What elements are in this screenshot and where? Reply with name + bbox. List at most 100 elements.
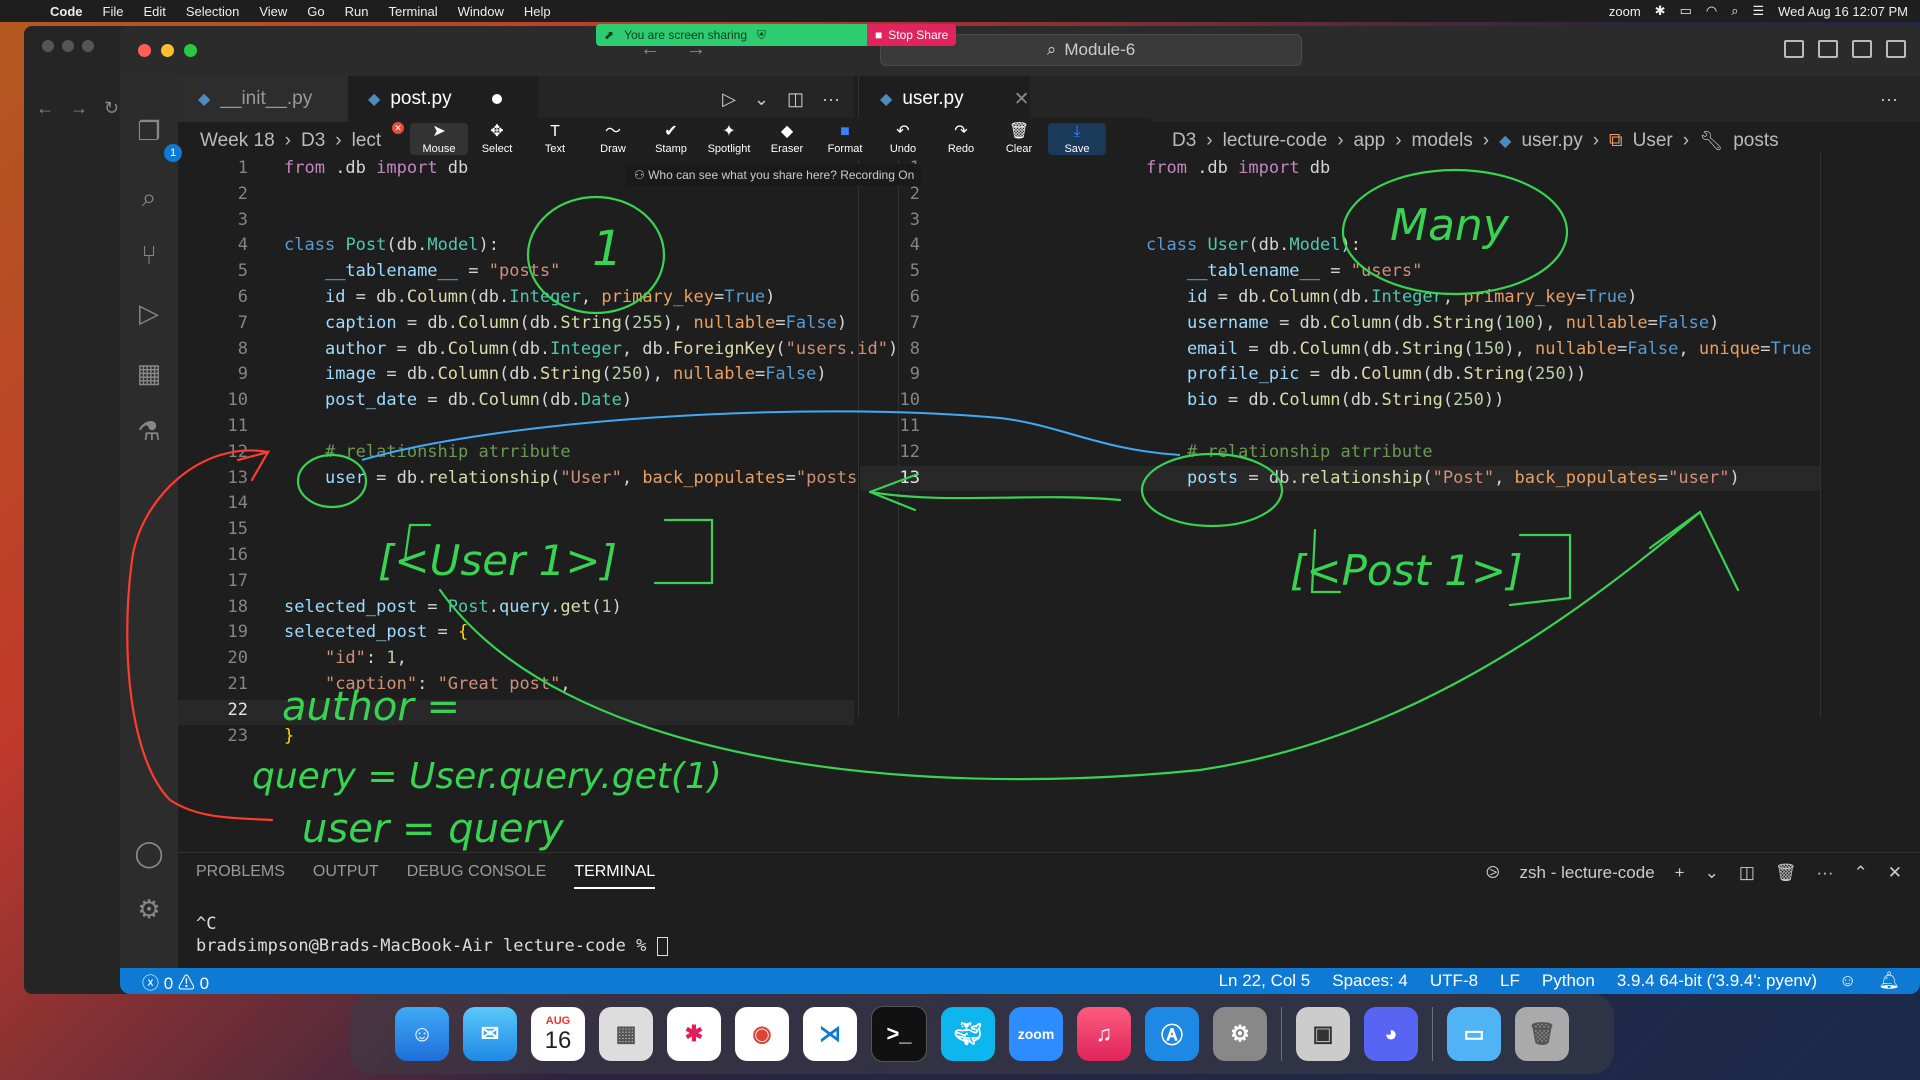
wifi-icon[interactable]: ◠: [1706, 3, 1717, 19]
tab-output[interactable]: OUTPUT: [313, 863, 379, 889]
menu-run[interactable]: Run: [335, 4, 379, 19]
breadcrumb-item[interactable]: D3: [301, 130, 325, 152]
run-debug-icon[interactable]: ▷: [134, 298, 164, 328]
menu-file[interactable]: File: [93, 4, 134, 19]
more-actions-icon[interactable]: ···: [822, 89, 840, 110]
tab-post-py[interactable]: ◆ post.py: [348, 76, 538, 122]
chrome-icon[interactable]: ◉: [735, 1007, 789, 1061]
more-actions-icon[interactable]: ···: [1817, 863, 1834, 883]
indentation[interactable]: Spaces: 4: [1332, 971, 1408, 991]
close-toolbar-icon[interactable]: ✕: [392, 122, 404, 134]
tool-draw[interactable]: 〜 Draw: [584, 123, 642, 155]
share-visibility-info[interactable]: ⚇ Who can see what you share here? Recor…: [626, 164, 923, 186]
breadcrumb-item[interactable]: lecture-code: [1223, 130, 1328, 152]
breadcrumb-item[interactable]: user.py: [1521, 130, 1582, 152]
music-icon[interactable]: ♫: [1077, 1007, 1131, 1061]
control-center-icon[interactable]: ☰: [1752, 3, 1764, 19]
terminal-name[interactable]: zsh - lecture-code: [1520, 863, 1655, 883]
stop-share-button[interactable]: ■ Stop Share: [867, 24, 957, 46]
tool-eraser[interactable]: ◆ Eraser: [758, 123, 816, 155]
tool-spotlight[interactable]: ✦ Spotlight: [700, 123, 758, 155]
feedback-icon[interactable]: ☺: [1839, 971, 1856, 991]
window-zoom-icon[interactable]: [184, 44, 197, 57]
tool-select[interactable]: ✥ Select: [468, 123, 526, 155]
folder-icon[interactable]: ▭: [1447, 1007, 1501, 1061]
testing-icon[interactable]: ⚗: [134, 416, 164, 446]
forward-arrow-icon[interactable]: →: [70, 98, 88, 119]
menu-selection[interactable]: Selection: [176, 4, 249, 19]
menu-terminal[interactable]: Terminal: [379, 4, 448, 19]
tab-problems[interactable]: PROBLEMS: [196, 863, 285, 889]
right-code-content[interactable]: from .db import db class User(db.Model):…: [1146, 156, 1836, 491]
tool-mouse[interactable]: ➤ Mouse: [410, 123, 468, 155]
trash-icon[interactable]: 🗑︎: [1515, 1007, 1569, 1061]
cursor-position[interactable]: Ln 22, Col 5: [1219, 971, 1311, 991]
breadcrumb-item[interactable]: lect: [352, 130, 382, 152]
slack-icon[interactable]: ✱: [667, 1007, 721, 1061]
discord-icon[interactable]: ◕: [1364, 1007, 1418, 1061]
unsaved-dot-icon[interactable]: [491, 94, 502, 104]
menubar-datetime[interactable]: Wed Aug 16 12:07 PM: [1778, 4, 1908, 19]
chevron-down-icon[interactable]: ⌄: [1705, 863, 1719, 883]
breadcrumb-item[interactable]: models: [1412, 130, 1473, 152]
app-store-icon[interactable]: Ⓐ: [1145, 1007, 1199, 1061]
search-icon[interactable]: ⌕: [134, 182, 164, 212]
breadcrumb-item[interactable]: D3: [1172, 130, 1196, 152]
back-arrow-icon[interactable]: ←: [36, 98, 54, 119]
maximize-icon[interactable]: [82, 40, 94, 52]
tab-terminal[interactable]: TERMINAL: [574, 863, 656, 889]
breadcrumb-item[interactable]: User: [1633, 130, 1673, 152]
menu-help[interactable]: Help: [514, 4, 561, 19]
vscode-icon[interactable]: ⋊: [803, 1007, 857, 1061]
battery-icon[interactable]: ▭: [1680, 3, 1692, 19]
tool-clear[interactable]: 🗑︎ Clear: [990, 123, 1048, 155]
extensions-icon[interactable]: ▦: [134, 358, 164, 388]
close-panel-icon[interactable]: ✕: [1888, 863, 1902, 883]
tool-save[interactable]: ⤓ Save: [1048, 123, 1106, 155]
split-editor-icon[interactable]: ◫: [787, 89, 804, 110]
system-settings-icon[interactable]: ⚙: [1213, 1007, 1267, 1061]
run-file-icon[interactable]: ▷: [722, 89, 736, 110]
breadcrumb-item[interactable]: posts: [1733, 130, 1778, 152]
spotlight-search-icon[interactable]: ⌕: [1731, 3, 1738, 19]
tool-format[interactable]: ■ Format: [816, 123, 874, 155]
python-interpreter[interactable]: 3.9.4 64-bit ('3.9.4': pyenv): [1617, 971, 1817, 991]
more-actions-icon[interactable]: ···: [1880, 89, 1898, 110]
settings-gear-icon[interactable]: ⚙: [134, 894, 164, 924]
reload-icon[interactable]: ↻: [104, 98, 119, 119]
tool-text[interactable]: T Text: [526, 123, 584, 155]
toggle-secondary-sidebar-icon[interactable]: [1852, 40, 1872, 58]
tab-init-py[interactable]: ◆ __init__.py: [178, 76, 348, 122]
breadcrumb-item[interactable]: Week 18: [200, 130, 275, 152]
tool-redo[interactable]: ↷ Redo: [932, 123, 990, 155]
problems-status[interactable]: ⓧ 0 ⚠ 0: [142, 969, 209, 994]
breadcrumb-item[interactable]: app: [1354, 130, 1386, 152]
calendar-icon[interactable]: AUG 16: [531, 1007, 585, 1061]
language-mode[interactable]: Python: [1542, 971, 1595, 991]
zoom-app-icon[interactable]: zoom: [1009, 1007, 1063, 1061]
toggle-panel-icon[interactable]: [1818, 40, 1838, 58]
window-minimize-icon[interactable]: [161, 44, 174, 57]
bluetooth-icon[interactable]: ✱: [1655, 3, 1666, 19]
chevron-down-icon[interactable]: ⌄: [754, 89, 769, 110]
docker-icon[interactable]: 🐳︎: [941, 1007, 995, 1061]
explorer-icon[interactable]: ❐ 1: [134, 116, 182, 162]
tab-debug-console[interactable]: DEBUG CONSOLE: [407, 863, 547, 889]
new-terminal-icon[interactable]: +: [1675, 863, 1685, 883]
kill-terminal-icon[interactable]: 🗑︎: [1775, 863, 1797, 883]
close-tab-icon[interactable]: ✕: [1014, 88, 1030, 111]
maximize-panel-icon[interactable]: ⌃: [1854, 863, 1868, 883]
menu-view[interactable]: View: [249, 4, 297, 19]
close-icon[interactable]: [42, 40, 54, 52]
line-ending[interactable]: LF: [1500, 971, 1520, 991]
customize-layout-icon[interactable]: [1886, 40, 1906, 58]
toggle-sidebar-icon[interactable]: [1784, 40, 1804, 58]
left-code-content[interactable]: from .db import db class Post(db.Model):…: [284, 156, 908, 749]
window-close-icon[interactable]: [138, 44, 151, 57]
preview-icon[interactable]: ▣: [1296, 1007, 1350, 1061]
tool-stamp[interactable]: ✔ Stamp: [642, 123, 700, 155]
encoding[interactable]: UTF-8: [1430, 971, 1478, 991]
mail-icon[interactable]: ✉: [463, 1007, 517, 1061]
minimize-icon[interactable]: [62, 40, 74, 52]
menu-app-name[interactable]: Code: [40, 4, 93, 19]
